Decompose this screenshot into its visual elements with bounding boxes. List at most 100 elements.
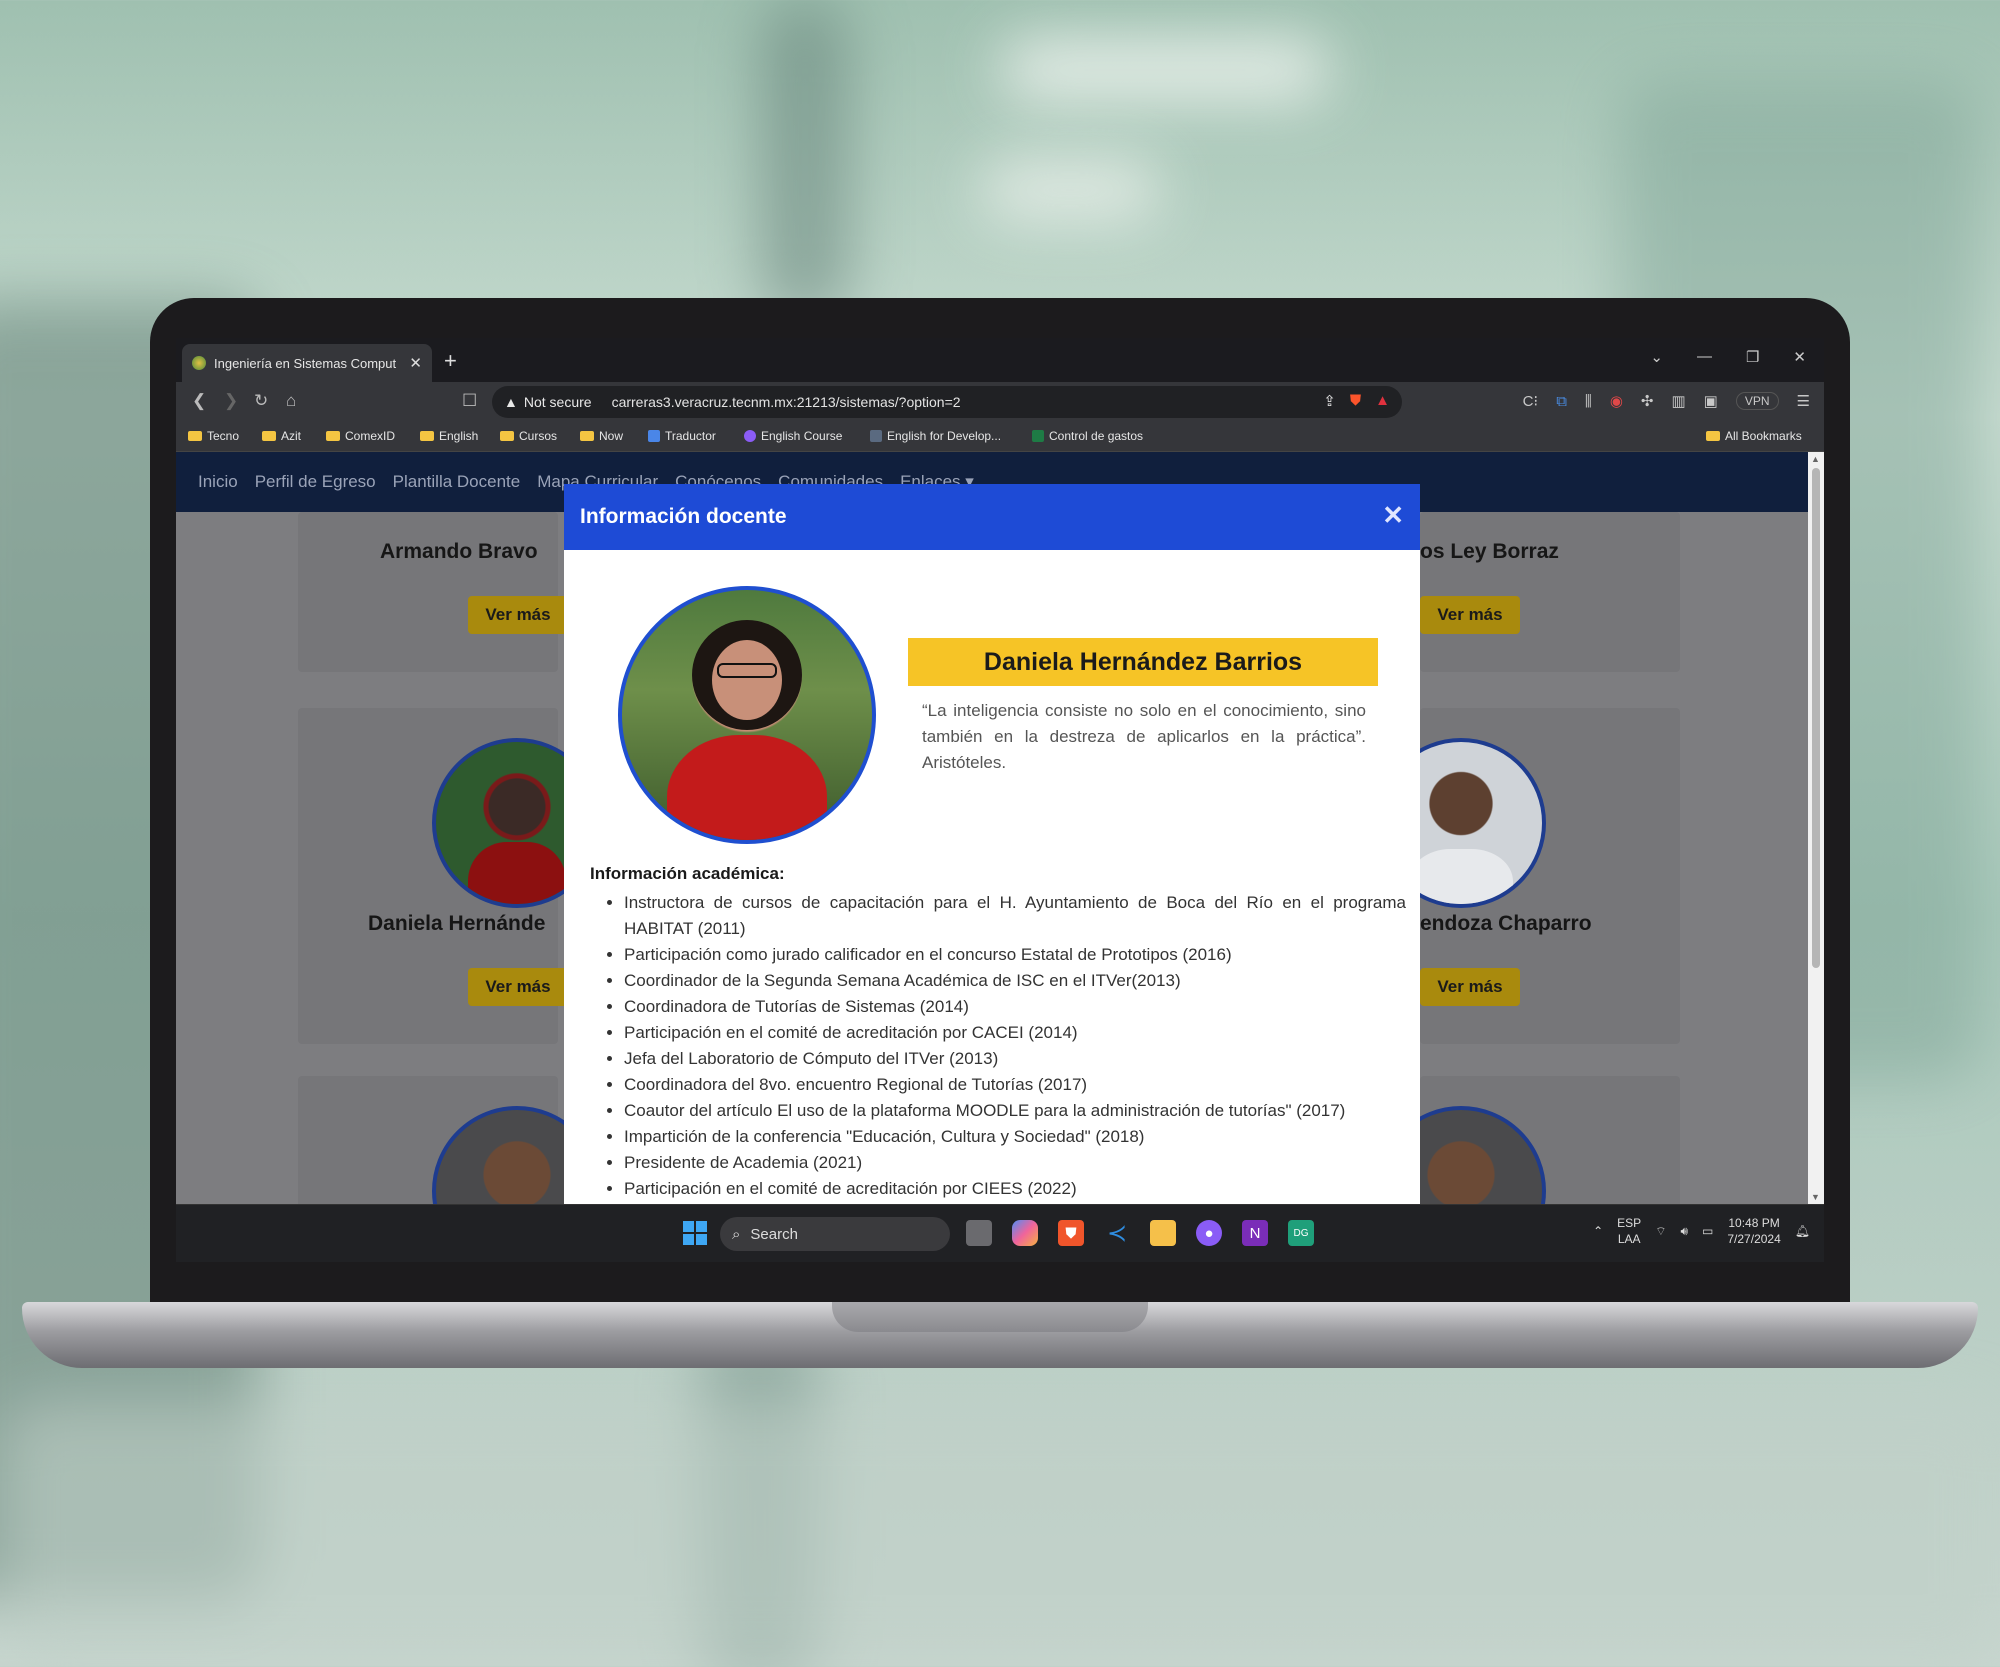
ver-mas-button[interactable]: Ver más [1420,968,1520,1006]
translate-ext-icon[interactable]: ⧉ [1556,393,1567,410]
vscode-icon[interactable]: ≺ [1104,1220,1130,1247]
scroll-down-icon[interactable]: ▼ [1811,1192,1820,1202]
nav-inicio[interactable]: Inicio [198,472,238,492]
tab-close-icon[interactable]: ✕ [409,354,422,372]
browser-tab[interactable]: Ingeniería en Sistemas Comput ✕ [182,344,432,382]
laptop-screen: Ingeniería en Sistemas Comput ✕ + ⌄ — ❐ … [176,338,1824,1262]
all-bookmarks[interactable]: All Bookmarks [1706,429,1802,443]
ver-mas-button[interactable]: Ver más [1420,596,1520,634]
language-indicator[interactable]: ESP LAA [1617,1215,1641,1247]
list-item: Coordinadora del 8vo. encuentro Regional… [624,1072,1406,1098]
url-text[interactable]: carreras3.veracruz.tecnm.mx:21213/sistem… [612,394,961,410]
brave-rewards-icon[interactable]: ▲ [1375,392,1390,410]
scroll-thumb[interactable] [1812,468,1820,968]
bookmark-item[interactable]: Azit [262,429,301,443]
lang-top: ESP [1617,1216,1642,1230]
notification-icon[interactable]: 🔔︎ [1795,1224,1810,1238]
list-item: Jefa del Laboratorio de Cómputo del ITVe… [624,1046,1406,1072]
teacher-name-banner: Daniela Hernández Barrios [908,638,1378,686]
background-light [980,160,1160,220]
clock[interactable]: 10:48 PM 7/27/2024 [1727,1215,1780,1247]
site-favicon-icon [192,356,206,370]
teacher-name: os Ley Borraz [1420,540,1559,563]
share-icon[interactable]: ⇪ [1323,392,1336,410]
sidebar-icon[interactable]: ▥ [1671,392,1685,410]
ver-mas-button[interactable]: Ver más [468,596,568,634]
chevron-up-icon[interactable]: ⌃ [1593,1224,1603,1238]
ver-mas-button[interactable]: Ver más [468,968,568,1006]
bookmark-item[interactable]: Tecno [188,429,239,443]
wifi-icon[interactable]: ⌔ [1655,1224,1666,1239]
bookmark-label: Azit [281,429,302,443]
background-floor [0,1400,2000,1667]
bookmark-item[interactable]: Traductor [648,429,716,443]
list-item: Coautor del artículo El uso de la plataf… [624,1098,1406,1124]
tab-search-icon[interactable]: ⌄ [1650,348,1663,366]
teacher-card: endoza Chaparro Ver más [1376,708,1680,1044]
bookmark-item[interactable]: English [420,429,478,443]
home-icon[interactable]: ⌂ [286,391,296,411]
file-explorer-icon[interactable] [1150,1220,1176,1246]
nav-perfil-egreso[interactable]: Perfil de Egreso [255,472,376,492]
battery-icon[interactable]: ▭ [1702,1224,1713,1238]
copilot-icon[interactable] [1012,1220,1038,1246]
folder-icon [580,431,594,441]
all-bookmarks-label: All Bookmarks [1725,429,1802,443]
vpn-button[interactable]: VPN [1735,392,1779,410]
bookmark-item[interactable]: English Course [744,429,842,443]
bookmark-label: ComexID [345,429,396,443]
bookmark-item[interactable]: ComexID [326,429,395,443]
list-item: Coordinador de la Segunda Semana Académi… [624,968,1406,994]
new-tab-button[interactable]: + [444,348,457,374]
restore-button[interactable]: ❐ [1746,348,1759,366]
course-icon [744,430,756,442]
close-icon[interactable]: ✕ [1382,500,1404,530]
list-item: Presidente de Academia (2021) [624,1150,1406,1176]
folder-icon [326,431,340,441]
address-bar[interactable]: ▲ Not secure carreras3.veracruz.tecnm.mx… [492,386,1402,418]
extension-media-icon[interactable]: ⫼ [1585,393,1592,410]
bookmark-label: English Course [761,429,843,443]
teacher-name: endoza Chaparro [1420,912,1592,935]
bookmark-icon[interactable]: ☐ [462,391,477,411]
folder-icon [1706,431,1720,441]
scroll-up-icon[interactable]: ▲ [1811,454,1820,464]
minimize-button[interactable]: — [1697,348,1712,366]
reload-icon[interactable]: ↻ [254,391,268,411]
extension-record-icon[interactable]: ◉ [1610,392,1623,410]
brave-icon[interactable]: ⛊ [1058,1220,1084,1246]
page-scrollbar[interactable]: ▲ ▼ [1808,452,1824,1204]
lang-bottom: LAA [1617,1232,1641,1246]
list-item: Impartición de la conferencia "Educación… [624,1124,1406,1150]
list-item: Participación como jurado calificador en… [624,942,1406,968]
back-icon[interactable]: ❮ [192,391,206,411]
datagrip-icon[interactable]: DG [1288,1220,1314,1246]
bookmark-item[interactable]: Control de gastos [1032,429,1143,443]
taskbar-search[interactable]: ⌕ Search [720,1217,950,1251]
windows-logo-icon [683,1221,707,1245]
bookmark-item[interactable]: English for Develop... [870,429,1001,443]
bookmark-item[interactable]: Now [580,429,623,443]
bookmark-item[interactable]: Cursos [500,429,557,443]
system-tray: ⌃ ESP LAA ⌔ 🔊︎ ▭ 10:48 PM 7/27/2024 🔔︎ [1593,1215,1810,1247]
menu-icon[interactable]: ☰ [1797,392,1810,410]
onenote-icon[interactable]: N [1242,1220,1268,1246]
nav-plantilla-docente[interactable]: Plantilla Docente [393,472,521,492]
extensions-icon[interactable]: ✣ [1641,392,1654,410]
bookmark-label: Tecno [207,429,240,443]
teacher-name: Daniela Hernánde [368,912,546,935]
brave-shield-icon[interactable]: ⛊ [1350,392,1361,410]
start-button[interactable] [682,1220,708,1246]
photo-glasses [717,662,777,678]
close-window-button[interactable]: ✕ [1793,348,1806,366]
wallet-icon[interactable]: ▣ [1704,392,1718,410]
list-item: Instructora de cursos de capacitación pa… [624,890,1406,942]
extension-c-icon[interactable]: C⁝ [1523,392,1539,410]
github-icon[interactable]: ● [1196,1220,1222,1246]
task-view-icon[interactable] [966,1220,992,1246]
forward-icon[interactable]: ❯ [224,391,238,411]
volume-icon[interactable]: 🔊︎ [1680,1224,1688,1239]
browser-tabbar: Ingeniería en Sistemas Comput ✕ + ⌄ — ❐ … [176,338,1824,382]
security-label: Not secure [523,394,592,410]
tab-title: Ingeniería en Sistemas Comput [214,355,397,371]
